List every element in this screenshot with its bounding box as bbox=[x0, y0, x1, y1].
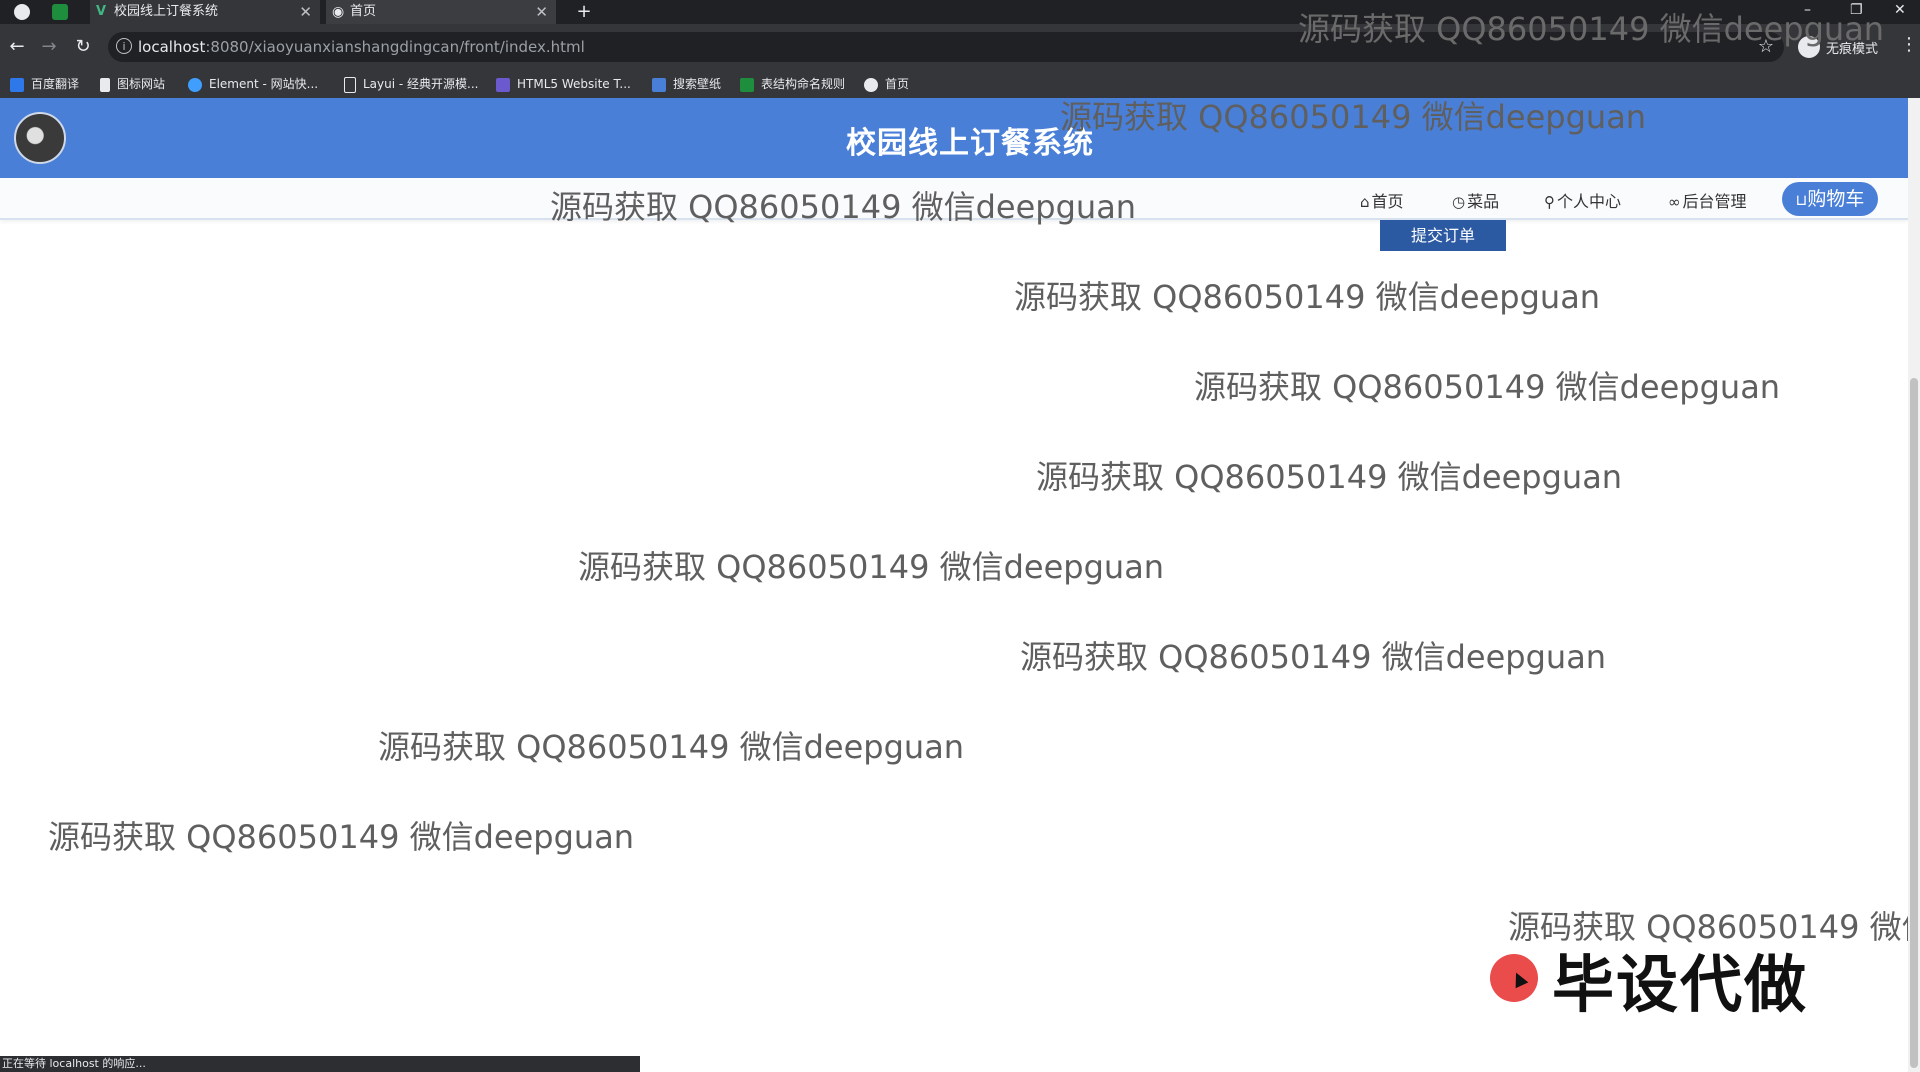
nav-label: 个人中心 bbox=[1557, 192, 1622, 211]
bookmark-item[interactable]: 图标网站 bbox=[100, 75, 165, 93]
back-arrow-icon[interactable]: ← bbox=[6, 36, 28, 58]
promo-text: 毕设代做 bbox=[1552, 948, 1809, 1021]
close-icon[interactable]: ✕ bbox=[535, 0, 548, 24]
cart-button[interactable]: ⊔购物车 bbox=[1782, 182, 1878, 216]
cart-label: 购物车 bbox=[1807, 188, 1865, 210]
globe-icon bbox=[864, 77, 878, 92]
bookmark-label: 首页 bbox=[885, 77, 910, 91]
bookmark-item[interactable]: Layui - 经典开源模... bbox=[344, 75, 478, 93]
nav-label: 菜品 bbox=[1467, 192, 1500, 211]
nav-profile[interactable]: ⚲ 个人中心 bbox=[1544, 188, 1621, 212]
watermark-text: 源码获取 QQ86050149 微信deepguan bbox=[578, 548, 1165, 586]
bookmark-item[interactable]: HTML5 Website T... bbox=[496, 75, 631, 93]
reload-icon[interactable]: ↻ bbox=[72, 36, 94, 58]
bookmark-label: 图标网站 bbox=[117, 77, 166, 91]
bookmark-label: Element - 网站快... bbox=[209, 77, 319, 91]
wallpaper-icon bbox=[652, 77, 666, 92]
watermark-text: 源码获取 QQ86050149 微信deepguan bbox=[48, 818, 635, 856]
url-host: localhost bbox=[138, 38, 206, 56]
bookmark-label: 百度翻译 bbox=[31, 77, 80, 91]
site-logo[interactable] bbox=[14, 112, 66, 164]
translate-icon bbox=[10, 77, 24, 92]
bookmark-label: HTML5 Website T... bbox=[517, 77, 631, 91]
bookmark-label: 表结构命名规则 bbox=[761, 77, 846, 91]
element-icon bbox=[188, 77, 202, 92]
watermark-text: 源码获取 QQ86050149 微信deepguan bbox=[1060, 98, 1647, 136]
nav-label: 首页 bbox=[1371, 192, 1404, 211]
nav-admin[interactable]: ∞ 后台管理 bbox=[1668, 188, 1747, 212]
new-tab-button[interactable]: + bbox=[574, 0, 594, 24]
vue-icon: V bbox=[96, 4, 107, 19]
watermark-text: 源码获取 QQ86050149 微信deepguan bbox=[1298, 10, 1885, 48]
bookmark-item[interactable]: 表结构命名规则 bbox=[740, 75, 845, 93]
watermark-text: 源码获取 QQ86050149 微信deepguan bbox=[1036, 458, 1623, 496]
watermark-text: 源码获取 QQ86050149 微信deepguan bbox=[1020, 638, 1607, 676]
nav-home[interactable]: ⌂ 首页 bbox=[1360, 188, 1404, 212]
tab-system[interactable]: V 校园线上订餐系统 ✕ bbox=[90, 0, 320, 24]
site-title: 校园线上订餐系统 bbox=[846, 126, 1094, 161]
info-icon[interactable]: i bbox=[116, 38, 132, 54]
bookmark-item[interactable]: 首页 bbox=[864, 75, 909, 93]
window-close-icon[interactable]: ✕ bbox=[1894, 0, 1906, 20]
nav-dishes[interactable]: ◷ 菜品 bbox=[1452, 188, 1499, 212]
watermark-text: 源码获取 QQ86050149 微信deepguan bbox=[1194, 368, 1781, 406]
watermark-text: 源码获取 QQ86050149 微信deepguan bbox=[550, 188, 1137, 226]
globe-icon: ◉ bbox=[332, 4, 345, 20]
status-bar: 正在等待 localhost 的响应... bbox=[0, 1056, 640, 1072]
url-text[interactable]: localhost:8080/xiaoyuanxianshangdingcan/… bbox=[138, 38, 585, 56]
bookmark-item[interactable]: 搜索壁纸 bbox=[652, 75, 721, 93]
tab-home[interactable]: ◉ 首页 ✕ bbox=[326, 0, 556, 24]
bookmark-label: 搜索壁纸 bbox=[673, 77, 722, 91]
tab-label: 校园线上订餐系统 bbox=[114, 4, 219, 19]
html5-icon bbox=[496, 77, 510, 92]
home-icon: ⌂ bbox=[1360, 193, 1370, 211]
cart-icon: ⊔ bbox=[1795, 191, 1808, 209]
clock-icon: ◷ bbox=[1452, 193, 1466, 211]
scrollbar-thumb[interactable] bbox=[1910, 378, 1918, 1068]
link-icon: ∞ bbox=[1668, 193, 1681, 211]
forward-arrow-icon[interactable]: → bbox=[38, 36, 60, 58]
page-scrollbar[interactable] bbox=[1908, 98, 1920, 1072]
menu-dots-icon[interactable]: ⋮ bbox=[1900, 34, 1918, 55]
bookmark-label: Layui - 经典开源模... bbox=[363, 77, 479, 91]
nav-label: 后台管理 bbox=[1682, 192, 1747, 211]
chrome-icon[interactable] bbox=[14, 4, 30, 20]
watermark-text: 源码获取 QQ86050149 微信deepguan bbox=[1014, 278, 1601, 316]
bookmark-item[interactable]: Element - 网站快... bbox=[188, 75, 318, 93]
url-path: :8080/xiaoyuanxianshangdingcan/front/ind… bbox=[205, 38, 585, 56]
app-icon[interactable] bbox=[52, 4, 68, 20]
flag-icon bbox=[100, 77, 110, 92]
tab-label: 首页 bbox=[350, 4, 377, 19]
layui-icon bbox=[344, 76, 356, 93]
submit-order-button[interactable]: 提交订单 bbox=[1380, 220, 1506, 251]
sheet-icon bbox=[740, 77, 754, 92]
close-icon[interactable]: ✕ bbox=[299, 0, 312, 24]
watermark-text: 源码获取 QQ86050149 微信deepguan bbox=[378, 728, 965, 766]
user-icon: ⚲ bbox=[1544, 193, 1555, 211]
bookmark-item[interactable]: 百度翻译 bbox=[10, 75, 79, 93]
